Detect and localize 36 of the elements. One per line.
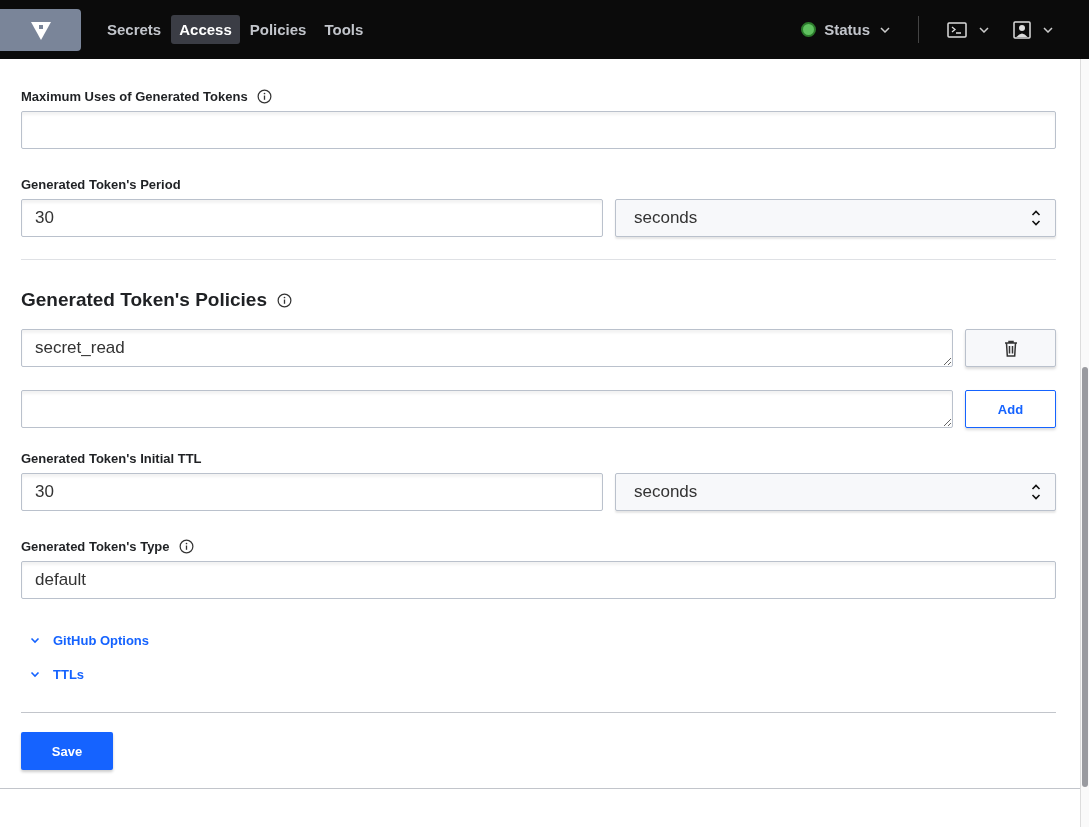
chevron-down-icon — [1043, 26, 1053, 33]
field-label: Generated Token's Initial TTL — [21, 451, 202, 466]
info-icon — [256, 89, 272, 104]
scrollbar[interactable] — [1080, 59, 1089, 827]
sort-arrows-icon — [1031, 210, 1041, 226]
field-label: Maximum Uses of Generated Tokens — [21, 89, 248, 104]
type-select[interactable]: default — [21, 561, 1056, 599]
user-icon — [1013, 20, 1031, 39]
status-menu[interactable]: Status — [801, 15, 890, 44]
unit-select[interactable]: seconds — [615, 473, 1056, 511]
logo-button[interactable] — [0, 8, 81, 51]
nav-tab[interactable]: Policies — [241, 15, 315, 44]
sort-arrows-icon — [1031, 484, 1041, 500]
trash-icon — [1003, 339, 1018, 357]
field-label: Generated Token's Period — [21, 177, 181, 192]
add-button[interactable]: Add — [965, 390, 1056, 428]
nav-tab[interactable]: Access — [171, 15, 240, 44]
policy-textarea[interactable]: secret_read — [21, 329, 953, 367]
info-icon — [178, 539, 194, 554]
nav-tab[interactable]: Tools — [316, 15, 372, 44]
input-field[interactable] — [21, 111, 1056, 149]
chevron-down-icon — [979, 26, 989, 33]
chevron-down-icon — [880, 26, 890, 33]
delete-button[interactable] — [965, 329, 1056, 367]
nav-tab[interactable]: Secrets — [99, 15, 170, 44]
section-toggle[interactable]: TTLs — [21, 667, 85, 682]
input-field[interactable]: 30 — [21, 473, 603, 511]
field-label: Generated Token's Type — [21, 539, 170, 554]
section-heading: Generated Token's Policies — [21, 289, 267, 311]
terminal-icon — [947, 21, 967, 38]
info-icon — [277, 292, 292, 308]
input-field[interactable]: 30 — [21, 199, 603, 237]
scrollbar-thumb[interactable] — [1082, 367, 1088, 787]
section-toggle[interactable]: GitHub Options — [21, 633, 150, 648]
save-button[interactable]: Save — [21, 732, 113, 770]
unit-select[interactable]: seconds — [615, 199, 1056, 237]
